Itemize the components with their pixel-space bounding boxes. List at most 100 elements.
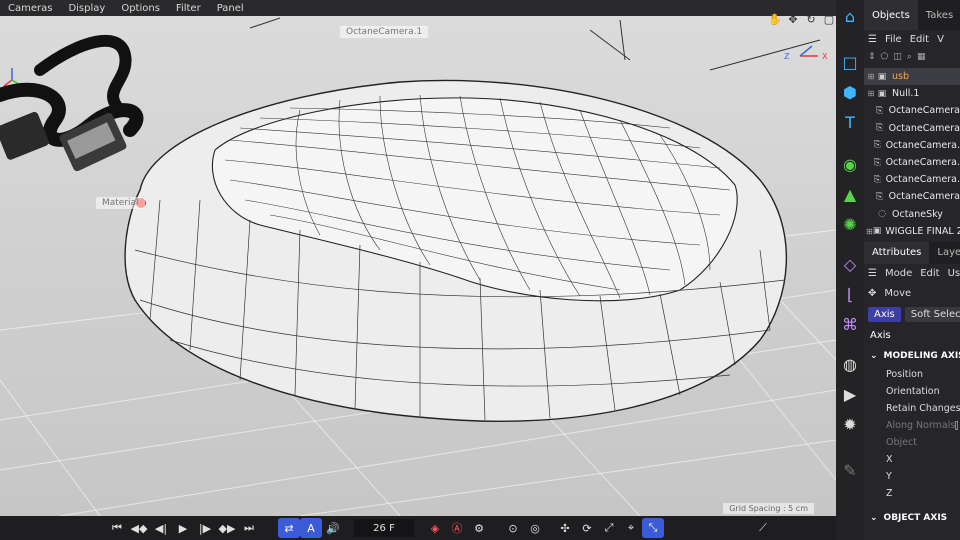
move-arrows-icon[interactable]: ✥: [786, 12, 800, 26]
pan-hand-icon[interactable]: ✋: [768, 12, 782, 26]
maximize-icon[interactable]: ▢: [822, 12, 836, 26]
tab-layers[interactable]: Layers: [929, 242, 960, 264]
3d-viewport[interactable]: Cameras Display Options Filter Panel ✋ ✥…: [0, 0, 836, 516]
object-label: OctaneCamera: [888, 122, 960, 134]
subtab-axis[interactable]: Axis: [868, 307, 901, 323]
menu-file[interactable]: File: [885, 34, 902, 45]
list-item[interactable]: ⎘ OctaneCamera: [864, 120, 960, 137]
along-normals-checkbox[interactable]: [955, 420, 958, 430]
prev-frame-icon[interactable]: ◀|: [150, 518, 172, 538]
modeling-axis-header[interactable]: ⌄ MODELING AXIS: [864, 346, 960, 366]
list-item[interactable]: ◌ OctaneSky: [864, 206, 960, 223]
attr-position[interactable]: Position: [864, 366, 960, 383]
deformer-gear-icon[interactable]: ✺: [838, 212, 862, 236]
mouse-icon[interactable]: ⊙: [502, 518, 524, 538]
hamburger-icon[interactable]: ☰: [868, 34, 877, 45]
scene-icon[interactable]: ⌊: [838, 282, 862, 306]
timeline-corner-icon[interactable]: ⟋: [752, 518, 774, 538]
list-item[interactable]: ⎘ OctaneCamera: [864, 188, 960, 205]
camera-icon: ⎘: [873, 174, 881, 185]
keyframe-settings-icon[interactable]: ⚙: [468, 518, 490, 538]
search-icon[interactable]: ⌕: [907, 52, 912, 62]
filter-icon[interactable]: ⇕: [868, 52, 876, 62]
menu-filter[interactable]: Filter: [168, 3, 209, 14]
attr-along-normals[interactable]: Along Normals: [864, 417, 960, 434]
attr-x[interactable]: X: [864, 451, 960, 468]
list-item[interactable]: ⊞ ▣ usb: [864, 68, 960, 86]
cube-tool-icon[interactable]: ⬢: [838, 80, 862, 104]
attr-retain-changes[interactable]: Retain Changes: [864, 400, 960, 417]
hamburger-icon[interactable]: ☰: [868, 268, 877, 279]
menu-edit[interactable]: Edit: [910, 34, 929, 45]
position-track-icon[interactable]: ✣: [554, 518, 576, 538]
tag-icon[interactable]: ⬠: [881, 52, 889, 62]
menu-edit[interactable]: Edit: [920, 268, 939, 279]
environment-icon[interactable]: ◍: [838, 352, 862, 376]
rotate-icon[interactable]: ↻: [804, 12, 818, 26]
object-filter-icons: ⇕ ⬠ ◫ ⌕ ▦: [864, 48, 960, 66]
menu-mode[interactable]: Mode: [885, 268, 912, 279]
layer-filter-icon[interactable]: ◫: [893, 52, 902, 62]
viewport-scene[interactable]: [0, 0, 836, 516]
list-item[interactable]: ⎘ OctaneCamera.: [864, 137, 960, 154]
attr-label: Object: [886, 436, 917, 448]
record-keys-icon[interactable]: ◈: [424, 518, 446, 538]
attr-y[interactable]: Y: [864, 468, 960, 485]
bend-icon[interactable]: ⌘: [838, 312, 862, 336]
paint-brush-icon[interactable]: ✎: [838, 458, 862, 482]
attributes-menu: ☰ Mode Edit Us: [864, 264, 960, 284]
field-icon[interactable]: ◇: [838, 252, 862, 276]
pla-track-icon[interactable]: ⤡: [642, 518, 664, 538]
bezier-tool-icon[interactable]: ⌂: [838, 4, 862, 28]
subdivision-icon[interactable]: ◉: [838, 152, 862, 176]
list-item[interactable]: ⊞ ▣ Null.1: [864, 85, 960, 102]
sound-icon[interactable]: 🔊: [322, 518, 344, 538]
menu-user-data[interactable]: Us: [948, 268, 960, 279]
param-track-icon[interactable]: ⌖: [620, 518, 642, 538]
rotation-track-icon[interactable]: ⟳: [576, 518, 598, 538]
attr-z[interactable]: Z: [864, 485, 960, 502]
go-to-start-icon[interactable]: ⏮: [106, 518, 128, 538]
cloner-icon[interactable]: ▲: [838, 182, 862, 206]
record-mode-icon[interactable]: ◎: [524, 518, 546, 538]
next-key-icon[interactable]: ◆▶: [216, 518, 238, 538]
object-axis-header[interactable]: ⌄ OBJECT AXIS: [864, 508, 960, 528]
menu-display[interactable]: Display: [60, 3, 113, 14]
tab-takes[interactable]: Takes: [918, 0, 960, 30]
play-icon[interactable]: ▶: [172, 518, 194, 538]
attributes-tabbar: Attributes Layers: [864, 241, 960, 264]
loop-icon[interactable]: ⇄: [278, 518, 300, 538]
list-item[interactable]: ⎘ OctaneCamera.: [864, 154, 960, 171]
usb-cable-model[interactable]: [0, 34, 144, 173]
tab-attributes[interactable]: Attributes: [864, 241, 930, 264]
next-frame-icon[interactable]: |▶: [194, 518, 216, 538]
camera-tool-icon[interactable]: ▶: [838, 382, 862, 406]
list-item[interactable]: ⎘ OctaneCamera: [864, 102, 960, 119]
current-frame-field[interactable]: 26 F: [354, 519, 414, 537]
list-item[interactable]: ⊞ ▣ WIGGLE FINAL 2: [864, 223, 960, 240]
menu-view[interactable]: V: [937, 34, 944, 45]
list-item[interactable]: ⎘ OctaneCamera.: [864, 171, 960, 188]
text-tool-icon[interactable]: T: [838, 110, 862, 134]
menu-options[interactable]: Options: [113, 3, 168, 14]
manager-tabbar: Objects Takes: [864, 0, 960, 30]
grid-icon[interactable]: ▦: [917, 52, 926, 62]
object-label: OctaneCamera: [888, 105, 960, 117]
mouse-shell-mesh[interactable]: [124, 79, 787, 422]
go-to-end-icon[interactable]: ⏭: [238, 518, 260, 538]
chevron-down-icon: ⌄: [870, 350, 878, 361]
camera-name-label: OctaneCamera.1: [340, 26, 429, 38]
camera-icon: ⎘: [873, 157, 881, 168]
rectangle-tool-icon[interactable]: □: [838, 50, 862, 74]
prev-key-icon[interactable]: ◀◆: [128, 518, 150, 538]
autokey-icon[interactable]: Ⓐ: [446, 518, 468, 538]
subtab-soft-selection[interactable]: Soft Selectio: [904, 307, 960, 323]
menu-cameras[interactable]: Cameras: [0, 3, 60, 14]
tab-objects[interactable]: Objects: [864, 0, 918, 30]
tool-name: Move: [884, 288, 912, 300]
light-tool-icon[interactable]: ✹: [838, 412, 862, 436]
audio-mode-icon[interactable]: A: [300, 518, 322, 538]
attr-orientation[interactable]: Orientation: [864, 383, 960, 400]
scale-track-icon[interactable]: ⤢: [598, 518, 620, 538]
menu-panel[interactable]: Panel: [209, 3, 252, 14]
